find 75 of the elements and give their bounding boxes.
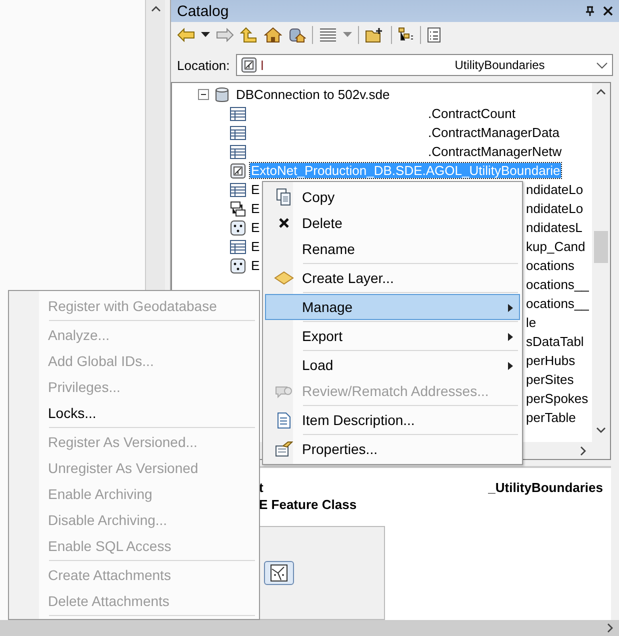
tree-item[interactable]: E bbox=[250, 258, 261, 273]
database-icon bbox=[215, 86, 229, 102]
delete-icon bbox=[278, 217, 290, 229]
feature-class-icon bbox=[230, 162, 246, 178]
preview-subtitle: E Feature Class bbox=[259, 497, 358, 512]
document-icon bbox=[277, 412, 291, 428]
menu-item[interactable]: Delete bbox=[265, 210, 520, 236]
tree-item-text: sDataTabl bbox=[526, 334, 584, 349]
menu-item[interactable]: Manage bbox=[265, 294, 520, 320]
tree-item-text: ocations__ bbox=[526, 277, 589, 292]
menu-item[interactable]: Export bbox=[265, 323, 520, 349]
table-icon bbox=[230, 126, 246, 140]
feature-class-icon bbox=[240, 57, 257, 73]
tree-item-text: perSites bbox=[526, 372, 574, 387]
scrollbar[interactable] bbox=[592, 83, 610, 459]
scrollbar[interactable] bbox=[0, 620, 619, 636]
close-icon[interactable] bbox=[603, 6, 613, 16]
properties-icon bbox=[275, 441, 293, 457]
menu-item[interactable]: Load bbox=[265, 352, 520, 378]
tree-item[interactable]: DBConnection to 502v.sde bbox=[235, 87, 391, 102]
tree-item[interactable]: E bbox=[250, 201, 261, 216]
tree-item-text: ocations bbox=[526, 258, 574, 273]
preview-title: _UtilityBoundaries bbox=[488, 480, 603, 495]
folder-plus-icon[interactable] bbox=[365, 27, 385, 43]
tree-item-text: ocations__ bbox=[526, 296, 589, 311]
menu-item[interactable]: Rename bbox=[265, 236, 520, 262]
tree-item-text: ndidatesL bbox=[526, 220, 582, 235]
thumbnail-button[interactable] bbox=[264, 561, 294, 585]
database-home-icon[interactable] bbox=[288, 27, 306, 43]
list-view-icon[interactable] bbox=[319, 27, 337, 43]
tree-item-text: kup_Cand bbox=[526, 239, 586, 254]
tree-item-text: ndidateLo bbox=[526, 182, 584, 197]
window-title: Catalog bbox=[177, 2, 230, 20]
submenu-arrow-icon bbox=[508, 362, 513, 370]
relationship-icon bbox=[230, 200, 246, 216]
tree-item[interactable]: E bbox=[250, 182, 261, 197]
point-class-icon bbox=[230, 258, 246, 274]
dropdown-icon[interactable] bbox=[596, 62, 608, 68]
back-arrow-icon[interactable] bbox=[177, 28, 195, 42]
copy-icon bbox=[276, 188, 292, 206]
submenu-arrow-icon bbox=[508, 333, 513, 341]
up-level-icon[interactable] bbox=[240, 27, 258, 43]
collapse-icon[interactable] bbox=[198, 89, 209, 100]
tree-item-text: ndidateLo bbox=[526, 201, 584, 216]
tree-item-text: perHubs bbox=[526, 353, 576, 368]
tree-item-text: perSpokes bbox=[526, 391, 588, 406]
caret-icon[interactable] bbox=[201, 32, 210, 38]
menu-item[interactable]: Create Layer... bbox=[265, 265, 520, 291]
tree-item-text: perTable bbox=[526, 410, 576, 425]
tree-view-icon[interactable] bbox=[398, 27, 414, 43]
menu-item[interactable]: Copy bbox=[265, 184, 520, 210]
tree-item[interactable]: E bbox=[250, 239, 261, 254]
submenu-arrow-icon bbox=[508, 304, 513, 312]
table-icon bbox=[230, 106, 246, 120]
scrollbar-thumb[interactable] bbox=[594, 231, 608, 263]
point-class-icon bbox=[230, 220, 246, 236]
forward-arrow-icon[interactable] bbox=[216, 28, 234, 42]
tree-item[interactable]: E bbox=[250, 220, 261, 235]
menu-item[interactable]: Properties... bbox=[265, 436, 520, 462]
diamond-icon bbox=[274, 271, 294, 285]
table-icon bbox=[230, 240, 246, 254]
tree-item-text: le bbox=[526, 315, 536, 330]
menu-item[interactable]: Item Description... bbox=[265, 407, 520, 433]
properties-list-icon[interactable] bbox=[427, 27, 441, 43]
pin-icon[interactable] bbox=[585, 6, 595, 16]
table-icon bbox=[230, 144, 246, 158]
tree-item-text: .ContractCount bbox=[428, 106, 516, 121]
tree-item-text: .ContractManagerData bbox=[428, 125, 560, 140]
feature-class-icon bbox=[270, 564, 288, 582]
home-icon[interactable] bbox=[264, 27, 282, 43]
menu-item[interactable]: Locks... bbox=[11, 400, 257, 426]
location-label: Location: bbox=[177, 58, 230, 72]
table-icon bbox=[230, 182, 246, 196]
tree-item-text: .ContractManagerNetw bbox=[428, 144, 562, 159]
location-field[interactable]: l UtilityBoundaries bbox=[236, 54, 613, 76]
